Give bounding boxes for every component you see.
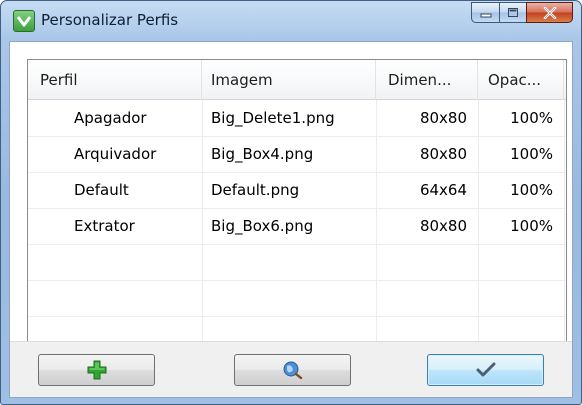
cell-opacidade: 100% bbox=[510, 145, 553, 163]
cell-imagem: Big_Delete1.png bbox=[211, 109, 335, 127]
close-button[interactable] bbox=[526, 2, 573, 23]
minimize-icon bbox=[480, 13, 491, 17]
cell-perfil: Arquivador bbox=[74, 145, 157, 163]
title-bar[interactable]: Personalizar Perfis bbox=[1, 1, 581, 41]
window-client-area: Perfil Imagem Dimen... Opac... Apagador … bbox=[9, 41, 573, 398]
cell-opacidade: 100% bbox=[510, 109, 553, 127]
cell-perfil: Default bbox=[74, 181, 129, 199]
table-row[interactable]: Extrator Big_Box6.png 80x80 100% bbox=[28, 208, 566, 244]
cell-dimensao: 80x80 bbox=[419, 145, 467, 163]
cell-opacidade: 100% bbox=[510, 181, 553, 199]
browse-image-button[interactable] bbox=[234, 354, 351, 386]
button-bar bbox=[10, 341, 572, 397]
table-row[interactable]: Arquivador Big_Box4.png 80x80 100% bbox=[28, 136, 566, 172]
window-title: Personalizar Perfis bbox=[41, 11, 179, 29]
minimize-button[interactable] bbox=[471, 2, 499, 23]
cell-opacidade: 100% bbox=[510, 217, 553, 235]
column-header-dimensao[interactable]: Dimen... bbox=[376, 60, 478, 100]
row-divider bbox=[28, 244, 566, 245]
table-header: Perfil Imagem Dimen... Opac... bbox=[28, 60, 566, 100]
maximize-icon bbox=[508, 8, 518, 17]
column-header-opacidade[interactable]: Opac... bbox=[478, 60, 564, 100]
personalizar-perfis-window: Personalizar Perfis Perfil Imagem Dimen.… bbox=[0, 0, 582, 405]
cell-dimensao: 64x64 bbox=[419, 181, 467, 199]
globe-search-icon bbox=[283, 361, 302, 380]
cell-perfil: Apagador bbox=[74, 109, 147, 127]
app-icon bbox=[13, 10, 35, 32]
cell-imagem: Big_Box6.png bbox=[211, 217, 314, 235]
column-header-imagem[interactable]: Imagem bbox=[202, 60, 376, 100]
add-profile-button[interactable] bbox=[38, 354, 155, 386]
cell-imagem: Default.png bbox=[211, 181, 300, 199]
plus-icon bbox=[87, 360, 106, 380]
cell-dimensao: 80x80 bbox=[419, 109, 467, 127]
table-row[interactable]: Default Default.png 64x64 100% bbox=[28, 172, 566, 208]
column-header-perfil[interactable]: Perfil bbox=[28, 60, 202, 100]
caption-buttons bbox=[471, 2, 573, 24]
cell-perfil: Extrator bbox=[74, 217, 135, 235]
row-divider bbox=[28, 316, 566, 317]
row-divider bbox=[28, 280, 566, 281]
checkmark-icon bbox=[476, 362, 495, 377]
ok-button[interactable] bbox=[427, 354, 544, 386]
cell-dimensao: 80x80 bbox=[419, 217, 467, 235]
profiles-table[interactable]: Perfil Imagem Dimen... Opac... Apagador … bbox=[27, 59, 567, 379]
cell-imagem: Big_Box4.png bbox=[211, 145, 314, 163]
table-row[interactable]: Apagador Big_Delete1.png 80x80 100% bbox=[28, 100, 566, 136]
maximize-button[interactable] bbox=[499, 2, 526, 23]
close-icon bbox=[543, 6, 556, 19]
